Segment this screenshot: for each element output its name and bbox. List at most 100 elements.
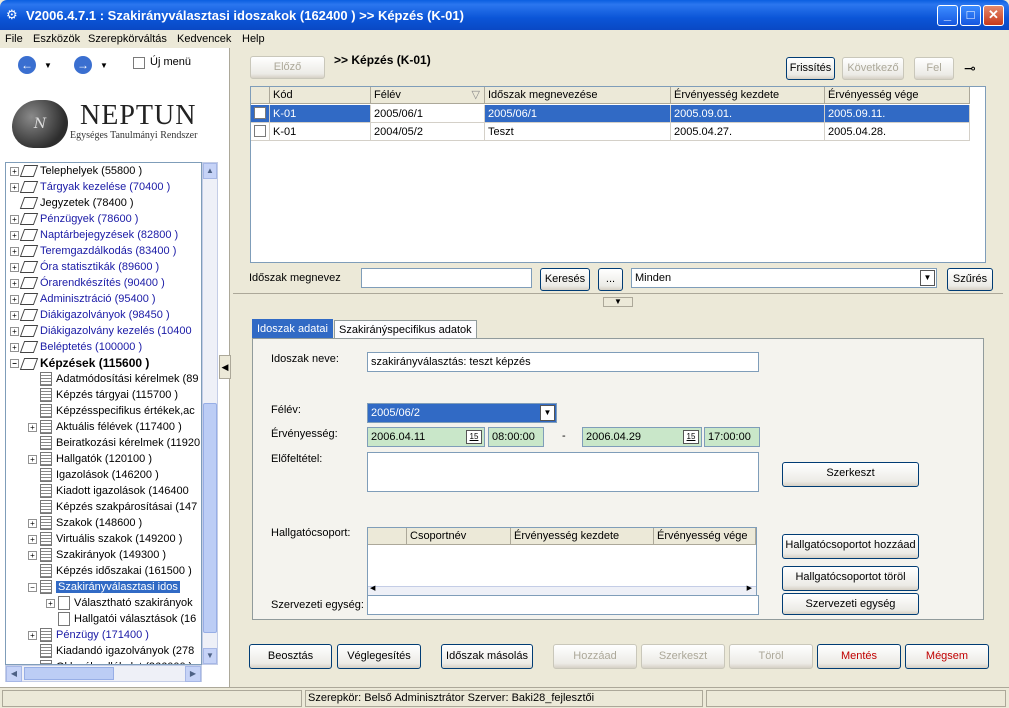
ellipsis-button[interactable]: ... <box>598 268 623 291</box>
tree-horizontal-scrollbar[interactable]: ◀ ▶ <box>5 665 202 682</box>
scroll-right-icon[interactable]: ▶ <box>185 666 201 682</box>
tree-item[interactable]: + Pénzügyek (78600 ) <box>10 211 138 227</box>
up-button[interactable]: Fel <box>914 57 954 80</box>
assign-button[interactable]: Beosztás <box>249 644 332 669</box>
tab-specialization-data[interactable]: Szakiránýspecifikus adatok <box>334 320 477 340</box>
finalize-button[interactable]: Véglegesítés <box>337 644 421 669</box>
pin-icon[interactable]: ⊸ <box>964 60 976 77</box>
hscroll-thumb[interactable] <box>24 667 114 680</box>
collapse-icon[interactable]: − <box>10 359 19 369</box>
tree-item[interactable]: Beiratkozási kérelmek (11920 <box>28 435 200 451</box>
close-button[interactable]: ✕ <box>983 5 1004 26</box>
grid-header-valid-from[interactable]: Érvényesség kezdete <box>671 87 825 104</box>
expand-icon[interactable]: + <box>10 342 19 352</box>
back-arrow-icon[interactable]: ← <box>18 56 36 74</box>
valid-from-time[interactable]: 08:00:00 <box>488 427 544 447</box>
expand-icon[interactable]: + <box>28 454 37 464</box>
tree-item[interactable]: + Órarendkészítés (90400 ) <box>10 275 165 291</box>
calendar-icon[interactable]: 15 <box>683 430 699 444</box>
delete-student-group-button[interactable]: Hallgatócsoportot töröl <box>782 566 919 591</box>
tree-item[interactable]: Igazolások (146200 ) <box>28 467 159 483</box>
scope-select[interactable]: Minden ▼ <box>631 268 937 288</box>
tree-item[interactable]: + Szakok (148600 ) <box>28 515 142 531</box>
expand-icon[interactable]: + <box>10 166 19 176</box>
tree-item[interactable]: Kiadandó igazolványok (278 <box>28 643 194 659</box>
edit-button[interactable]: Szerkeszt <box>641 644 725 669</box>
menu-favorites[interactable]: Kedvencek <box>177 33 231 45</box>
expand-icon[interactable]: + <box>28 630 37 640</box>
tree-item[interactable]: Hallgatói választások (16 <box>46 611 196 627</box>
tree-item[interactable]: − Képzések (115600 ) <box>10 355 149 371</box>
expand-icon[interactable]: + <box>28 422 37 432</box>
grid-header-valid-to[interactable]: Érvényesség vége <box>825 87 970 104</box>
collapse-icon[interactable]: − <box>28 582 37 592</box>
copy-period-button[interactable]: Időszak másolás <box>441 644 533 669</box>
expand-icon[interactable]: + <box>28 534 37 544</box>
edit-prerequisite-button[interactable]: Szerkeszt <box>782 462 919 487</box>
new-menu-checkbox[interactable] <box>133 57 145 69</box>
tree-item[interactable]: + Virtuális szakok (149200 ) <box>28 531 182 547</box>
prev-button[interactable]: Előző <box>250 56 325 79</box>
chevron-down-icon[interactable]: ▼ <box>920 270 935 286</box>
scroll-thumb[interactable] <box>203 403 217 633</box>
filter-button[interactable]: Szűrés <box>947 268 993 291</box>
tree-vertical-scrollbar[interactable]: ▲ ▼ <box>202 162 218 665</box>
row-checkbox[interactable] <box>254 125 266 137</box>
row-checkbox[interactable] <box>254 107 266 119</box>
grid-header-code[interactable]: Kód <box>270 87 371 104</box>
org-unit-button[interactable]: Szervezeti egység <box>782 593 919 615</box>
group-header-valid-to[interactable]: Érvényesség vége <box>654 528 756 545</box>
valid-from-date[interactable]: 2006.04.11 15 <box>367 427 485 447</box>
tree-item[interactable]: Kiadott igazolások (146400 <box>28 483 189 499</box>
expand-icon[interactable]: + <box>10 214 19 224</box>
tree-item[interactable]: + Teremgazdálkodás (83400 ) <box>10 243 176 259</box>
tree-item[interactable]: + Telephelyek (55800 ) <box>10 163 142 179</box>
tree-item[interactable]: Képzésspecifikus értékek,ac <box>28 403 195 419</box>
filter-input[interactable] <box>361 268 532 288</box>
back-dropdown-icon[interactable]: ▼ <box>44 61 52 70</box>
expand-icon[interactable]: + <box>10 310 19 320</box>
filter-sort-icon[interactable]: ▽ <box>472 87 480 104</box>
chevron-down-icon[interactable]: ▼ <box>540 405 555 421</box>
add-student-group-button[interactable]: Hallgatócsoportot hozzáad <box>782 534 919 559</box>
next-button[interactable]: Következő <box>842 57 904 80</box>
tree-item[interactable]: + Diákigazolvány kezelés (10400 <box>10 323 192 339</box>
semester-select[interactable]: 2005/06/2 ▼ <box>367 403 557 423</box>
add-button[interactable]: Hozzáad <box>553 644 637 669</box>
expand-icon[interactable]: + <box>10 182 19 192</box>
tab-period-data[interactable]: Idoszak adatai <box>252 319 333 339</box>
tree-item[interactable]: + Aktuális félévek (117400 ) <box>28 419 182 435</box>
tree-item[interactable]: + Naptárbejegyzések (82800 ) <box>10 227 178 243</box>
delete-button[interactable]: Töröl <box>729 644 813 669</box>
scroll-right-icon[interactable]: ▶ <box>747 584 752 592</box>
expand-icon[interactable]: + <box>28 518 37 528</box>
tree-item[interactable]: + Adminisztráció (95400 ) <box>10 291 156 307</box>
expand-icon[interactable]: + <box>10 230 19 240</box>
expand-icon[interactable]: + <box>46 598 55 608</box>
maximize-button[interactable]: □ <box>960 5 981 26</box>
valid-to-date[interactable]: 2006.04.29 15 <box>582 427 702 447</box>
tree-item[interactable]: Adatmódosítási kérelmek (89 <box>28 371 198 387</box>
scroll-left-icon[interactable]: ◀ <box>370 584 375 592</box>
search-button[interactable]: Keresés <box>540 268 590 291</box>
forward-arrow-icon[interactable]: → <box>74 56 92 74</box>
scroll-up-icon[interactable]: ▲ <box>203 163 217 179</box>
tree-item[interactable]: + Tárgyak kezelése (70400 ) <box>10 179 170 195</box>
org-unit-field[interactable] <box>367 595 759 615</box>
expand-icon[interactable]: + <box>10 294 19 304</box>
tree-item[interactable]: + Szakirányok (149300 ) <box>28 547 166 563</box>
tree-item[interactable]: + Beléptetés (100000 ) <box>10 339 142 355</box>
calendar-icon[interactable]: 15 <box>466 430 482 444</box>
expand-icon[interactable]: + <box>10 262 19 272</box>
valid-to-time[interactable]: 17:00:00 <box>704 427 760 447</box>
group-header-valid-from[interactable]: Érvényesség kezdete <box>511 528 654 545</box>
tree-item[interactable]: + Hallgatók (120100 ) <box>28 451 152 467</box>
scroll-left-icon[interactable]: ◀ <box>6 666 22 682</box>
forward-dropdown-icon[interactable]: ▼ <box>100 61 108 70</box>
scroll-down-icon[interactable]: ▼ <box>203 648 217 664</box>
minimize-button[interactable]: _ <box>937 5 958 26</box>
tree-item[interactable]: Jegyzetek (78400 ) <box>10 195 134 211</box>
refresh-button[interactable]: Frissítés <box>786 57 835 80</box>
menu-tools[interactable]: Eszközök <box>33 33 80 45</box>
expand-icon[interactable]: + <box>10 278 19 288</box>
